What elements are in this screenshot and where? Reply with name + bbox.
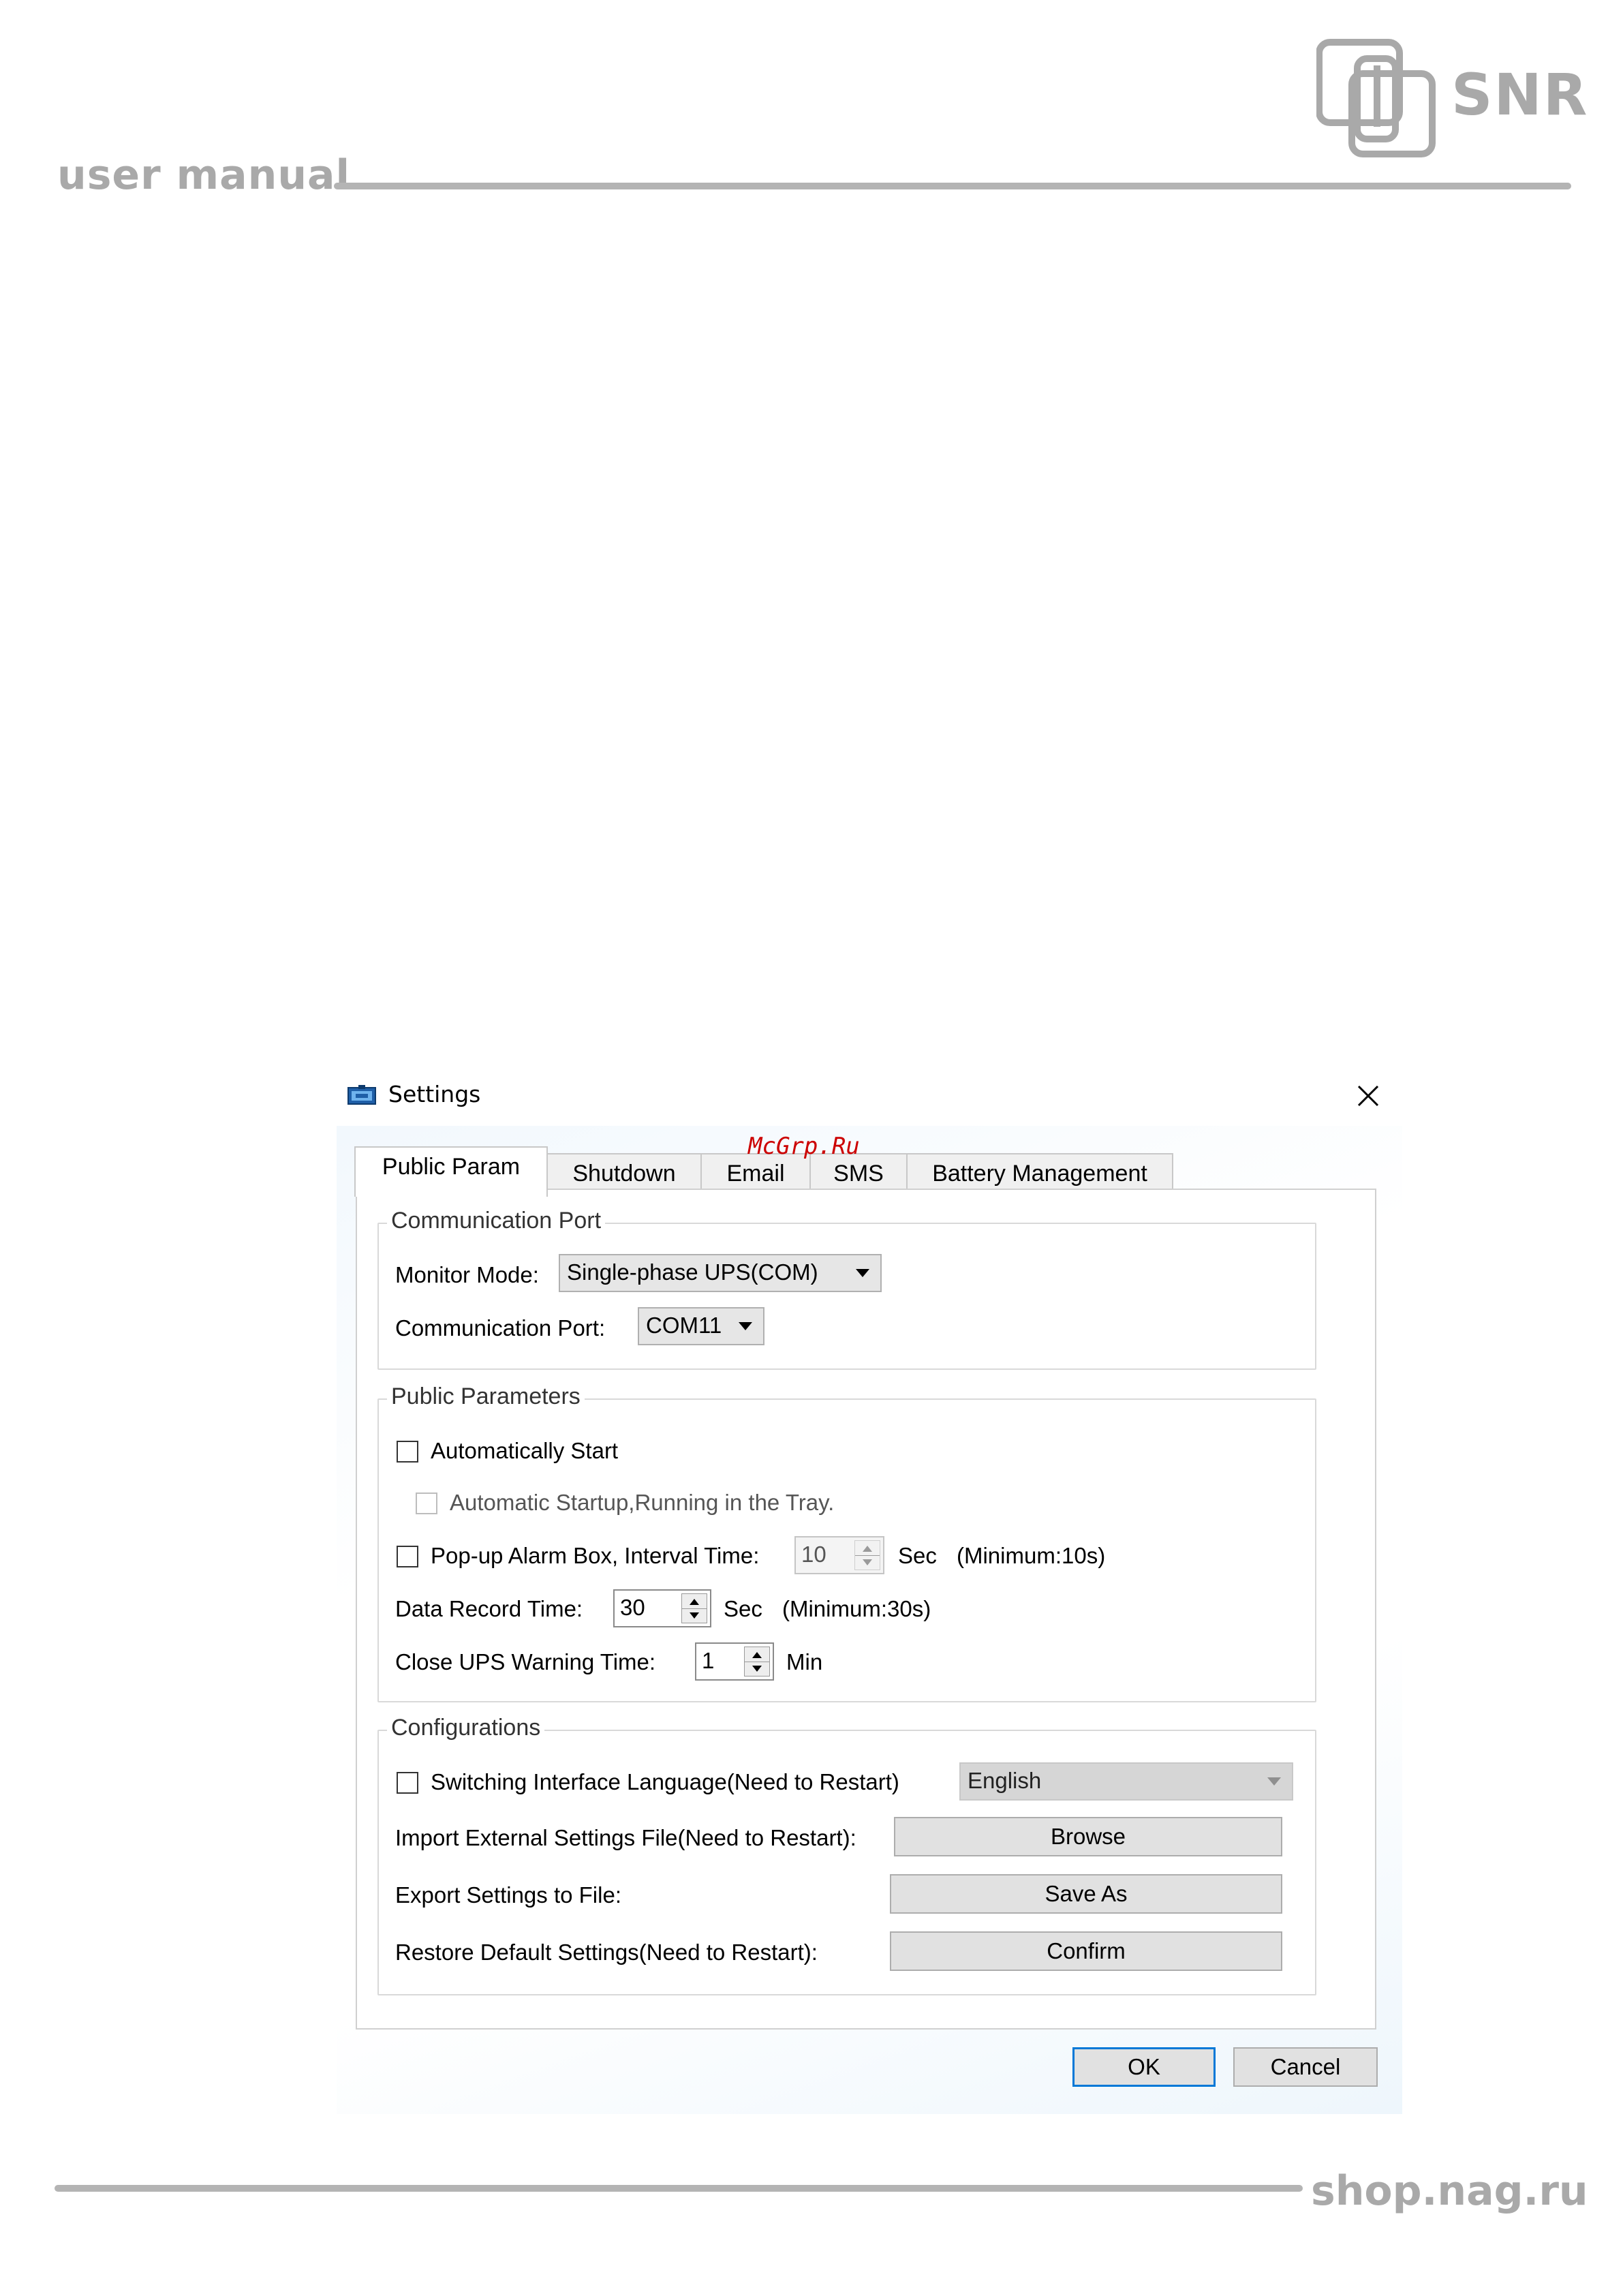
spin-down-icon xyxy=(690,1612,699,1619)
group-title: Public Parameters xyxy=(387,1383,585,1410)
group-title: Configurations xyxy=(387,1715,545,1741)
close-warning-unit: Min xyxy=(786,1649,823,1674)
spin-up-icon xyxy=(863,1546,872,1552)
tray-startup-label: Automatic Startup,Running in the Tray. xyxy=(450,1490,835,1515)
popup-interval-minimum: (Minimum:10s) xyxy=(957,1543,1106,1568)
data-record-label: Data Record Time: xyxy=(395,1596,583,1621)
monitor-mode-select[interactable]: Single-phase UPS(COM) xyxy=(559,1254,882,1292)
language-value: English xyxy=(968,1768,1042,1793)
ok-button[interactable]: OK xyxy=(1072,2047,1216,2087)
snr-logo-mark-icon xyxy=(1316,39,1436,157)
popup-alarm-label: Pop-up Alarm Box, Interval Time: xyxy=(431,1543,760,1568)
spin-down-icon xyxy=(863,1559,872,1565)
tab-panel-public-param: Communication Port Monitor Mode: Single-… xyxy=(356,1189,1376,2030)
close-warning-label: Close UPS Warning Time: xyxy=(395,1649,656,1674)
communication-port-group: Communication Port Monitor Mode: Single-… xyxy=(377,1208,1316,1370)
import-settings-label: Import External Settings File(Need to Re… xyxy=(395,1825,856,1850)
browse-button[interactable]: Browse xyxy=(894,1817,1282,1856)
spinner-buttons[interactable] xyxy=(854,1540,880,1570)
data-record-value: 30 xyxy=(620,1595,645,1620)
switch-language-label: Switching Interface Language(Need to Res… xyxy=(431,1769,899,1794)
configurations-group: Configurations Switching Interface Langu… xyxy=(377,1715,1316,1995)
spin-up-icon xyxy=(690,1599,699,1605)
spinner-buttons[interactable] xyxy=(681,1593,707,1623)
data-record-unit: Sec xyxy=(724,1596,762,1621)
dialog-title: Settings xyxy=(388,1081,481,1107)
popup-alarm-checkbox[interactable] xyxy=(397,1546,418,1567)
auto-start-checkbox[interactable] xyxy=(397,1441,418,1463)
watermark-text: McGrp.Ru xyxy=(748,1133,860,1160)
group-title: Communication Port xyxy=(387,1208,606,1234)
save-as-button[interactable]: Save As xyxy=(890,1874,1282,1914)
popup-interval-value: 10 xyxy=(801,1542,826,1567)
header-divider xyxy=(334,183,1571,189)
monitor-mode-value: Single-phase UPS(COM) xyxy=(567,1259,818,1285)
manual-title: user manual xyxy=(57,151,351,199)
settings-dialog: Settings Public Param Shutdown Email SMS… xyxy=(337,1069,1402,2114)
communication-port-label: Communication Port: xyxy=(395,1315,606,1341)
export-settings-label: Export Settings to File: xyxy=(395,1882,621,1908)
chevron-down-icon xyxy=(739,1322,752,1330)
title-bar[interactable]: Settings xyxy=(337,1069,1402,1126)
cancel-button[interactable]: Cancel xyxy=(1233,2047,1378,2087)
communication-port-value: COM11 xyxy=(646,1313,722,1338)
footer-divider xyxy=(55,2185,1303,2192)
switch-language-checkbox[interactable] xyxy=(397,1772,418,1794)
public-parameters-group: Public Parameters Automatically Start Au… xyxy=(377,1383,1316,1702)
data-record-minimum: (Minimum:30s) xyxy=(782,1596,931,1621)
tab-battery-management[interactable]: Battery Management xyxy=(906,1153,1173,1194)
footer-site: shop.nag.ru xyxy=(1311,2167,1588,2215)
close-warning-spinner[interactable]: 1 xyxy=(695,1642,774,1681)
app-icon xyxy=(347,1085,376,1105)
restore-defaults-label: Restore Default Settings(Need to Restart… xyxy=(395,1940,818,1965)
spin-up-icon xyxy=(752,1652,762,1658)
tab-shutdown[interactable]: Shutdown xyxy=(546,1153,702,1194)
close-warning-value: 1 xyxy=(702,1648,715,1673)
communication-port-select[interactable]: COM11 xyxy=(638,1307,764,1345)
language-select[interactable]: English xyxy=(959,1762,1293,1801)
tab-public-param[interactable]: Public Param xyxy=(354,1146,548,1197)
close-icon[interactable] xyxy=(1355,1082,1382,1109)
spin-down-icon xyxy=(752,1666,762,1672)
popup-interval-unit: Sec xyxy=(898,1543,937,1568)
spinner-buttons[interactable] xyxy=(744,1647,770,1677)
tray-startup-checkbox[interactable] xyxy=(416,1493,437,1514)
popup-interval-spinner[interactable]: 10 xyxy=(794,1536,884,1574)
brand-name: SNR xyxy=(1451,61,1589,128)
confirm-button[interactable]: Confirm xyxy=(890,1931,1282,1971)
chevron-down-icon xyxy=(1267,1777,1281,1786)
data-record-spinner[interactable]: 30 xyxy=(613,1589,711,1627)
dialog-client-area: Public Param Shutdown Email SMS Battery … xyxy=(337,1126,1402,2114)
chevron-down-icon xyxy=(856,1269,869,1277)
monitor-mode-label: Monitor Mode: xyxy=(395,1262,539,1287)
snr-logo: SNR xyxy=(1316,38,1587,159)
auto-start-label: Automatically Start xyxy=(431,1438,619,1463)
